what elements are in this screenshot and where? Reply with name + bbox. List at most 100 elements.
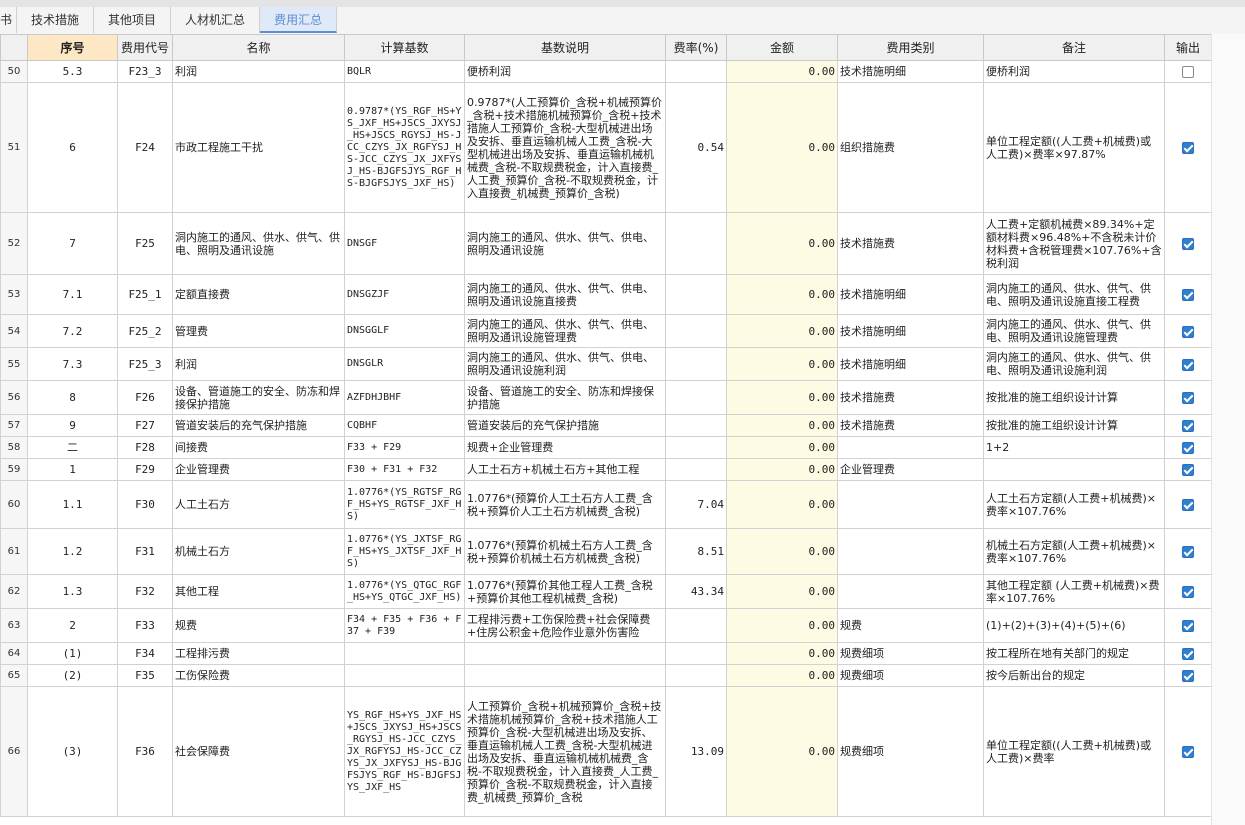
name-cell[interactable]: 管理费 <box>172 314 345 348</box>
name-column-header[interactable]: 名称 <box>172 34 345 61</box>
code-cell[interactable]: F35 <box>117 664 173 687</box>
name-cell[interactable]: 其他工程 <box>172 574 345 609</box>
amount-cell[interactable]: 0.00 <box>726 60 838 83</box>
table-row[interactable]: 58 二 F28 间接费 F33 + F29 规费+企业管理费 0.00 1+2 <box>0 436 1212 459</box>
note-cell[interactable]: 按批准的施工组织设计计算 <box>983 414 1165 437</box>
desc-cell[interactable]: 设备、管道施工的安全、防冻和焊接保护措施 <box>464 380 666 415</box>
seq-cell[interactable]: (1) <box>27 642 118 665</box>
rate-cell[interactable]: 7.04 <box>665 480 727 529</box>
rate-cell[interactable]: 8.51 <box>665 528 727 575</box>
code-column-header[interactable]: 费用代号 <box>117 34 173 61</box>
seq-cell[interactable]: 7.1 <box>27 274 118 315</box>
amount-cell[interactable]: 0.00 <box>726 528 838 575</box>
desc-cell[interactable] <box>464 664 666 687</box>
code-cell[interactable]: F30 <box>117 480 173 529</box>
seq-cell[interactable]: 7.3 <box>27 347 118 381</box>
tab-4[interactable]: 费用汇总 <box>260 7 338 33</box>
code-cell[interactable]: F26 <box>117 380 173 415</box>
table-row[interactable]: 64 (1) F34 工程排污费 0.00 规费细项 按工程所在地有关部门的规定 <box>0 642 1212 665</box>
category-cell[interactable]: 企业管理费 <box>837 458 984 481</box>
amount-cell[interactable]: 0.00 <box>726 574 838 609</box>
rate-cell[interactable] <box>665 274 727 315</box>
seq-cell[interactable]: 6 <box>27 82 118 213</box>
output-checkbox[interactable] <box>1182 66 1194 78</box>
amount-cell[interactable]: 0.00 <box>726 82 838 213</box>
name-cell[interactable]: 利润 <box>172 347 345 381</box>
code-cell[interactable]: F36 <box>117 686 173 817</box>
base-cell[interactable] <box>344 664 465 687</box>
output-checkbox[interactable] <box>1182 442 1194 454</box>
tab-3[interactable]: 人材机汇总 <box>171 7 261 33</box>
amount-cell[interactable]: 0.00 <box>726 608 838 643</box>
base-cell[interactable]: F30 + F31 + F32 <box>344 458 465 481</box>
table-row[interactable]: 50 5.3 F23_3 利润 BQLR 便桥利润 0.00 技术措施明细 便桥利润 <box>0 60 1212 83</box>
base-column-header[interactable]: 计算基数 <box>344 34 465 61</box>
tab-0[interactable]: 书 <box>0 7 18 33</box>
code-cell[interactable]: F34 <box>117 642 173 665</box>
name-cell[interactable]: 机械土石方 <box>172 528 345 575</box>
note-cell[interactable]: 按今后新出台的规定 <box>983 664 1165 687</box>
output-checkbox[interactable] <box>1182 546 1194 558</box>
category-cell[interactable]: 技术措施费 <box>837 212 984 275</box>
note-cell[interactable]: 洞内施工的通风、供水、供气、供电、照明及通讯设施管理费 <box>983 314 1165 348</box>
desc-cell[interactable]: 洞内施工的通风、供水、供气、供电、照明及通讯设施管理费 <box>464 314 666 348</box>
desc-cell[interactable]: 管道安装后的充气保护措施 <box>464 414 666 437</box>
code-cell[interactable]: F25_1 <box>117 274 173 315</box>
amount-cell[interactable]: 0.00 <box>726 642 838 665</box>
note-cell[interactable]: 便桥利润 <box>983 60 1165 83</box>
desc-cell[interactable]: 人工预算价_含税+机械预算价_含税+技术措施机械预算价_含税+技术措施人工预算价… <box>464 686 666 817</box>
seq-cell[interactable]: 5.3 <box>27 60 118 83</box>
table-row[interactable]: 56 8 F26 设备、管道施工的安全、防冻和焊接保护措施 AZFDHJBHF 设备、管道… <box>0 380 1212 415</box>
category-cell[interactable]: 组织措施费 <box>837 82 984 213</box>
seq-column-header[interactable]: 序号 <box>27 34 118 61</box>
name-cell[interactable]: 洞内施工的通风、供水、供气、供电、照明及通讯设施 <box>172 212 345 275</box>
table-row[interactable]: 53 7.1 F25_1 定额直接费 DNSGZJF 洞内施工的通风、供水、供气、供电、照… <box>0 274 1212 315</box>
note-cell[interactable]: (1)+(2)+(3)+(4)+(5)+(6) <box>983 608 1165 643</box>
note-cell[interactable]: 按批准的施工组织设计计算 <box>983 380 1165 415</box>
base-cell[interactable] <box>344 642 465 665</box>
table-row[interactable]: 60 1.1 F30 人工土石方 1.0776*(YS_RGTSF_RGF_HS+YS_… <box>0 480 1212 529</box>
code-cell[interactable]: F25_2 <box>117 314 173 348</box>
base-cell[interactable]: DNSGLR <box>344 347 465 381</box>
base-cell[interactable]: CQBHF <box>344 414 465 437</box>
category-cell[interactable] <box>837 574 984 609</box>
table-row[interactable]: 66 (3) F36 社会保障费 YS_RGF_HS+YS_JXF_HS+JSCS_JX… <box>0 686 1212 817</box>
name-cell[interactable]: 企业管理费 <box>172 458 345 481</box>
note-cell[interactable]: 其他工程定额 (人工费+机械费)×费率×107.76% <box>983 574 1165 609</box>
table-row[interactable]: 57 9 F27 管道安装后的充气保护措施 CQBHF 管道安装后的充气保护措施 0.00 技… <box>0 414 1212 437</box>
base-cell[interactable]: F34 + F35 + F36 + F37 + F39 <box>344 608 465 643</box>
base-cell[interactable]: 1.0776*(YS_QTGC_RGF_HS+YS_QTGC_JXF_HS) <box>344 574 465 609</box>
seq-cell[interactable]: 7 <box>27 212 118 275</box>
amount-cell[interactable]: 0.00 <box>726 414 838 437</box>
desc-cell[interactable]: 洞内施工的通风、供水、供气、供电、照明及通讯设施直接费 <box>464 274 666 315</box>
note-cell[interactable]: 人工土石方定额(人工费+机械费)×费率×107.76% <box>983 480 1165 529</box>
output-checkbox[interactable] <box>1182 289 1194 301</box>
note-cell[interactable]: 人工费+定额机械费×89.34%+定额材料费×96.48%+不含税未计价材料费+… <box>983 212 1165 275</box>
name-cell[interactable]: 利润 <box>172 60 345 83</box>
amount-cell[interactable]: 0.00 <box>726 274 838 315</box>
rate-cell[interactable] <box>665 314 727 348</box>
category-cell[interactable] <box>837 436 984 459</box>
name-cell[interactable]: 社会保障费 <box>172 686 345 817</box>
note-cell[interactable]: 洞内施工的通风、供水、供气、供电、照明及通讯设施直接工程费 <box>983 274 1165 315</box>
amount-cell[interactable]: 0.00 <box>726 480 838 529</box>
code-cell[interactable]: F23_3 <box>117 60 173 83</box>
category-cell[interactable]: 技术措施明细 <box>837 60 984 83</box>
rate-cell[interactable] <box>665 414 727 437</box>
base-cell[interactable]: 0.9787*(YS_RGF_HS+YS_JXF_HS+JSCS_JXYSJ_H… <box>344 82 465 213</box>
base-cell[interactable]: YS_RGF_HS+YS_JXF_HS+JSCS_JXYSJ_HS+JSCS_R… <box>344 686 465 817</box>
amount-cell[interactable]: 0.00 <box>726 686 838 817</box>
rate-cell[interactable] <box>665 380 727 415</box>
category-cell[interactable] <box>837 480 984 529</box>
rate-cell[interactable] <box>665 458 727 481</box>
output-checkbox[interactable] <box>1182 670 1194 682</box>
category-cell[interactable]: 规费细项 <box>837 686 984 817</box>
seq-cell[interactable]: 2 <box>27 608 118 643</box>
category-cell[interactable]: 技术措施明细 <box>837 314 984 348</box>
code-cell[interactable]: F31 <box>117 528 173 575</box>
rate-cell[interactable] <box>665 664 727 687</box>
base-cell[interactable]: 1.0776*(YS_RGTSF_RGF_HS+YS_RGTSF_JXF_HS) <box>344 480 465 529</box>
category-cell[interactable]: 规费 <box>837 608 984 643</box>
desc-cell[interactable]: 1.0776*(预算价人工土石方人工费_含税+预算价人工土石方机械费_含税) <box>464 480 666 529</box>
table-row[interactable]: 63 2 F33 规费 F34 + F35 + F36 + F37 + F39 工程排污费… <box>0 608 1212 643</box>
